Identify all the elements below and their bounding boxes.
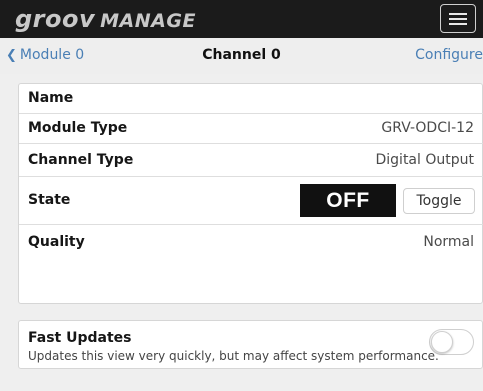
- sub-navigation-bar: ❮ Module 0 Channel 0 Configure: [0, 38, 483, 74]
- logo-brand-text: groov: [15, 5, 96, 33]
- fast-updates-toggle-switch[interactable]: [429, 329, 474, 355]
- channel-type-value: Digital Output: [375, 152, 475, 168]
- channel-type-row: Channel Type Digital Output: [19, 144, 483, 177]
- quality-label: Quality: [28, 234, 85, 250]
- name-label: Name: [28, 90, 74, 106]
- fast-updates-label: Fast Updates: [28, 330, 132, 346]
- state-row: State OFF Toggle: [19, 177, 483, 225]
- page-title: Channel 0: [202, 47, 281, 63]
- state-value-badge: OFF: [300, 184, 396, 217]
- toggle-button[interactable]: Toggle: [403, 188, 475, 214]
- channel-type-label: Channel Type: [28, 152, 134, 168]
- configure-link[interactable]: Configure: [415, 47, 483, 63]
- channel-details-panel: Name Module Type GRV-ODCI-12 Channel Typ…: [18, 83, 483, 304]
- fast-updates-description: Updates this view very quickly, but may …: [28, 349, 439, 363]
- module-type-label: Module Type: [28, 120, 128, 136]
- state-label: State: [28, 192, 71, 208]
- hamburger-menu-button[interactable]: [440, 4, 476, 33]
- fast-updates-panel: Fast Updates Updates this view very quic…: [18, 320, 483, 369]
- top-app-bar: groov MANAGE: [0, 0, 483, 38]
- switch-knob: [431, 331, 453, 353]
- quality-row: Quality Normal: [19, 225, 483, 303]
- groov-manage-logo: groov MANAGE: [15, 5, 196, 33]
- quality-value: Normal: [423, 234, 474, 250]
- logo-product-text: MANAGE: [100, 10, 196, 32]
- hamburger-menu-icon: [449, 13, 467, 15]
- module-type-row: Module Type GRV-ODCI-12: [19, 114, 483, 144]
- module-type-value: GRV-ODCI-12: [381, 120, 474, 136]
- name-row: Name: [19, 84, 483, 114]
